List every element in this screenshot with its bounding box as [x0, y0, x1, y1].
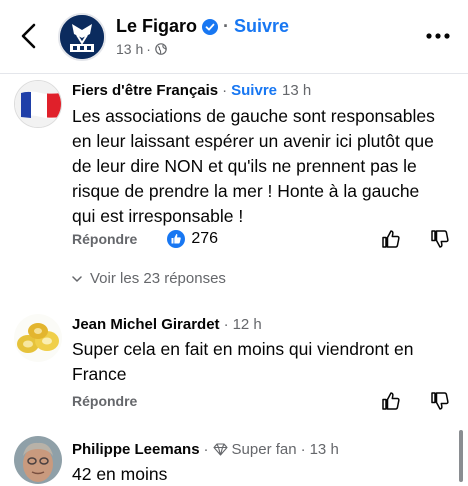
meta-separator: · — [146, 41, 151, 57]
comment-line: de leur dire NON et qu'ils ne prennent p… — [72, 156, 417, 176]
thumbs-down-icon[interactable] — [430, 229, 450, 249]
comment-header: Jean Michel Girardet · 12 h — [72, 316, 262, 333]
separator: · — [223, 16, 230, 36]
page-name[interactable]: Le Figaro — [116, 16, 197, 37]
thumbs-up-icon[interactable] — [381, 229, 401, 249]
comment-text: 42 en moins — [72, 462, 458, 486]
portrait-photo-avatar — [14, 436, 62, 484]
scrollbar[interactable] — [459, 430, 463, 482]
verified-badge-icon — [202, 18, 219, 35]
commenter-avatar[interactable] — [14, 314, 62, 362]
comment-text: Super cela en fait en moins qui viendron… — [72, 337, 458, 387]
chevron-left-icon[interactable] — [18, 22, 40, 50]
separator: · — [222, 82, 228, 99]
superfan-badge[interactable]: Super fan — [232, 441, 297, 458]
like-reaction-icon[interactable] — [167, 230, 186, 248]
commenter-avatar[interactable] — [14, 436, 62, 484]
commenter-name[interactable]: Philippe Leemans — [72, 441, 200, 458]
thumbs-down-icon[interactable] — [430, 391, 450, 411]
thumbs-up-icon[interactable] — [381, 391, 401, 411]
post-header: Le Figaro · Suivre 13 h · — [0, 0, 468, 74]
diamond-icon — [212, 443, 228, 456]
comment-actions: Répondre 276 — [72, 230, 218, 248]
page-name-row: Le Figaro · Suivre — [116, 16, 289, 37]
comment-line: 42 en moins — [72, 464, 168, 484]
post-timestamp[interactable]: 13 h — [116, 41, 143, 57]
comment-header: Fiers d'être Français · Suivre 13 h — [72, 82, 311, 99]
more-options-icon[interactable] — [426, 31, 450, 41]
view-replies-link[interactable]: Voir les 23 réponses — [72, 270, 226, 287]
comment-line: qui est irresponsable ! — [72, 206, 244, 226]
commenter-name[interactable]: Jean Michel Girardet — [72, 316, 220, 333]
comment-text: Les associations de gauche sont responsa… — [72, 104, 458, 229]
chevron-down-icon — [72, 275, 82, 282]
post-meta: 13 h · — [116, 41, 167, 57]
reaction-count[interactable]: 276 — [191, 230, 218, 248]
fruit-photo-avatar — [14, 314, 62, 362]
comment-time[interactable]: 12 h — [233, 316, 262, 333]
le-figaro-logo — [60, 15, 104, 59]
view-replies-label: Voir les 23 réponses — [90, 270, 226, 287]
reply-button[interactable]: Répondre — [72, 393, 137, 409]
commenter-name[interactable]: Fiers d'être Français — [72, 82, 218, 99]
comment-line: en leur laissant espérer un avenir ici p… — [72, 131, 434, 151]
comment-line: France — [72, 364, 127, 384]
separator: · — [203, 441, 209, 458]
comment-line: risque de prendre la mer ! Honte à la ga… — [72, 181, 420, 201]
follow-button[interactable]: Suivre — [234, 16, 289, 37]
french-flag-avatar — [15, 81, 61, 127]
globe-icon — [155, 43, 167, 55]
commenter-avatar[interactable] — [14, 80, 62, 128]
comment-header: Philippe Leemans · Super fan · 13 h — [72, 441, 339, 458]
comment-line: Les associations de gauche sont responsa… — [72, 106, 435, 126]
reply-button[interactable]: Répondre — [72, 231, 137, 247]
separator: · — [300, 441, 306, 458]
page-avatar[interactable] — [58, 13, 106, 61]
comment-time[interactable]: 13 h — [282, 82, 311, 99]
separator: · — [223, 316, 229, 333]
comment-actions: Répondre — [72, 393, 137, 409]
follow-commenter-button[interactable]: Suivre — [231, 82, 277, 99]
comment-time[interactable]: 13 h — [310, 441, 339, 458]
comment-line: Super cela en fait en moins qui viendron… — [72, 339, 414, 359]
